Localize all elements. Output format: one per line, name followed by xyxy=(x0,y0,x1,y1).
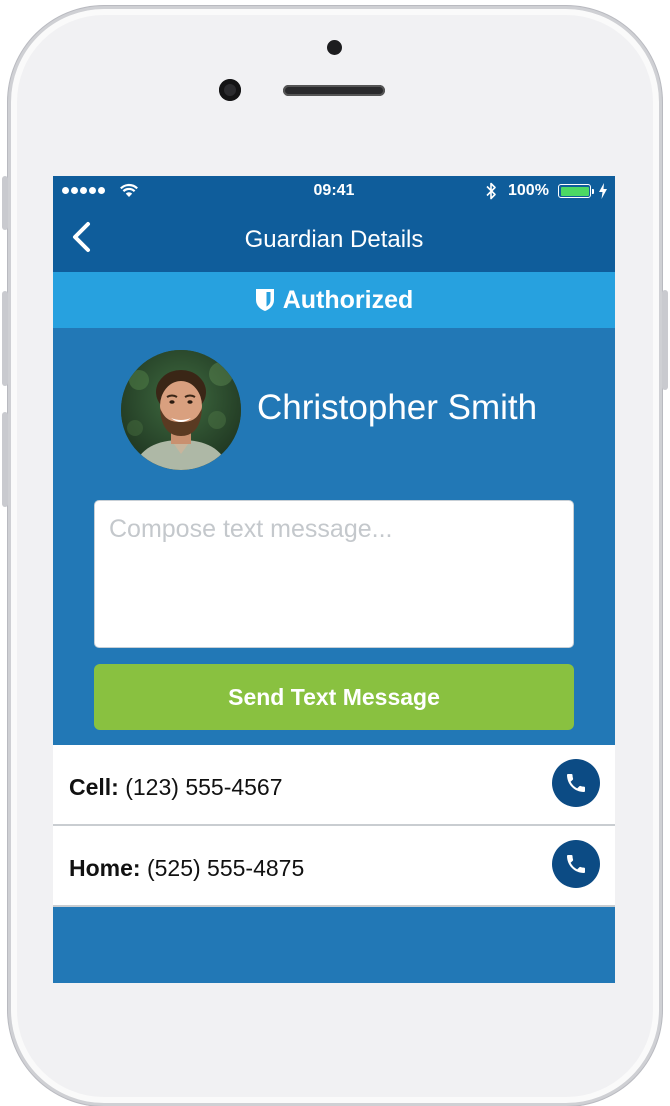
phone-icon xyxy=(567,855,585,873)
contact-label: Home: xyxy=(69,855,141,881)
bluetooth-icon xyxy=(486,182,496,200)
page-title: Guardian Details xyxy=(244,226,424,253)
navigation-bar: Guardian Details xyxy=(53,206,615,272)
proximity-sensor xyxy=(327,40,342,55)
call-home-button[interactable] xyxy=(552,840,600,888)
contact-label: Cell: xyxy=(69,774,119,800)
contact-number: (123) 555-4567 xyxy=(125,774,283,800)
battery-icon xyxy=(558,184,591,198)
compose-message-field[interactable] xyxy=(94,500,574,648)
call-cell-button[interactable] xyxy=(552,759,600,807)
shield-icon xyxy=(255,289,274,311)
contact-row-home: Home: (525) 555-4875 xyxy=(53,826,615,907)
guardian-profile: Christopher Smith xyxy=(121,350,601,470)
charging-bolt-icon xyxy=(599,183,607,199)
battery-tip xyxy=(592,189,594,194)
contact-number: (525) 555-4875 xyxy=(146,855,305,881)
status-bar: 09:41 100% xyxy=(53,176,615,206)
front-camera xyxy=(219,79,241,101)
volume-up-button xyxy=(2,291,8,386)
authorized-banner: Authorized xyxy=(53,272,615,328)
contact-info: Cell: (123) 555-4567 xyxy=(69,774,283,801)
battery-percentage: 100% xyxy=(508,182,549,199)
power-button xyxy=(662,290,668,390)
contact-info: Home: (525) 555-4875 xyxy=(69,855,304,882)
avatar-photo xyxy=(121,350,241,470)
phone-icon xyxy=(567,774,585,792)
guardian-name: Christopher Smith xyxy=(257,388,538,427)
app-screen: 09:41 100% Guardian Details Authorized C… xyxy=(53,176,615,983)
contact-list: Cell: (123) 555-4567 Home: (525) 555-487… xyxy=(53,745,615,907)
avatar xyxy=(121,350,241,470)
mute-switch xyxy=(2,176,8,230)
send-text-message-button[interactable]: Send Text Message xyxy=(94,664,574,730)
volume-down-button xyxy=(2,412,8,507)
authorized-label: Authorized xyxy=(282,285,414,314)
earpiece-speaker xyxy=(283,85,385,96)
contact-row-cell: Cell: (123) 555-4567 xyxy=(53,745,615,826)
